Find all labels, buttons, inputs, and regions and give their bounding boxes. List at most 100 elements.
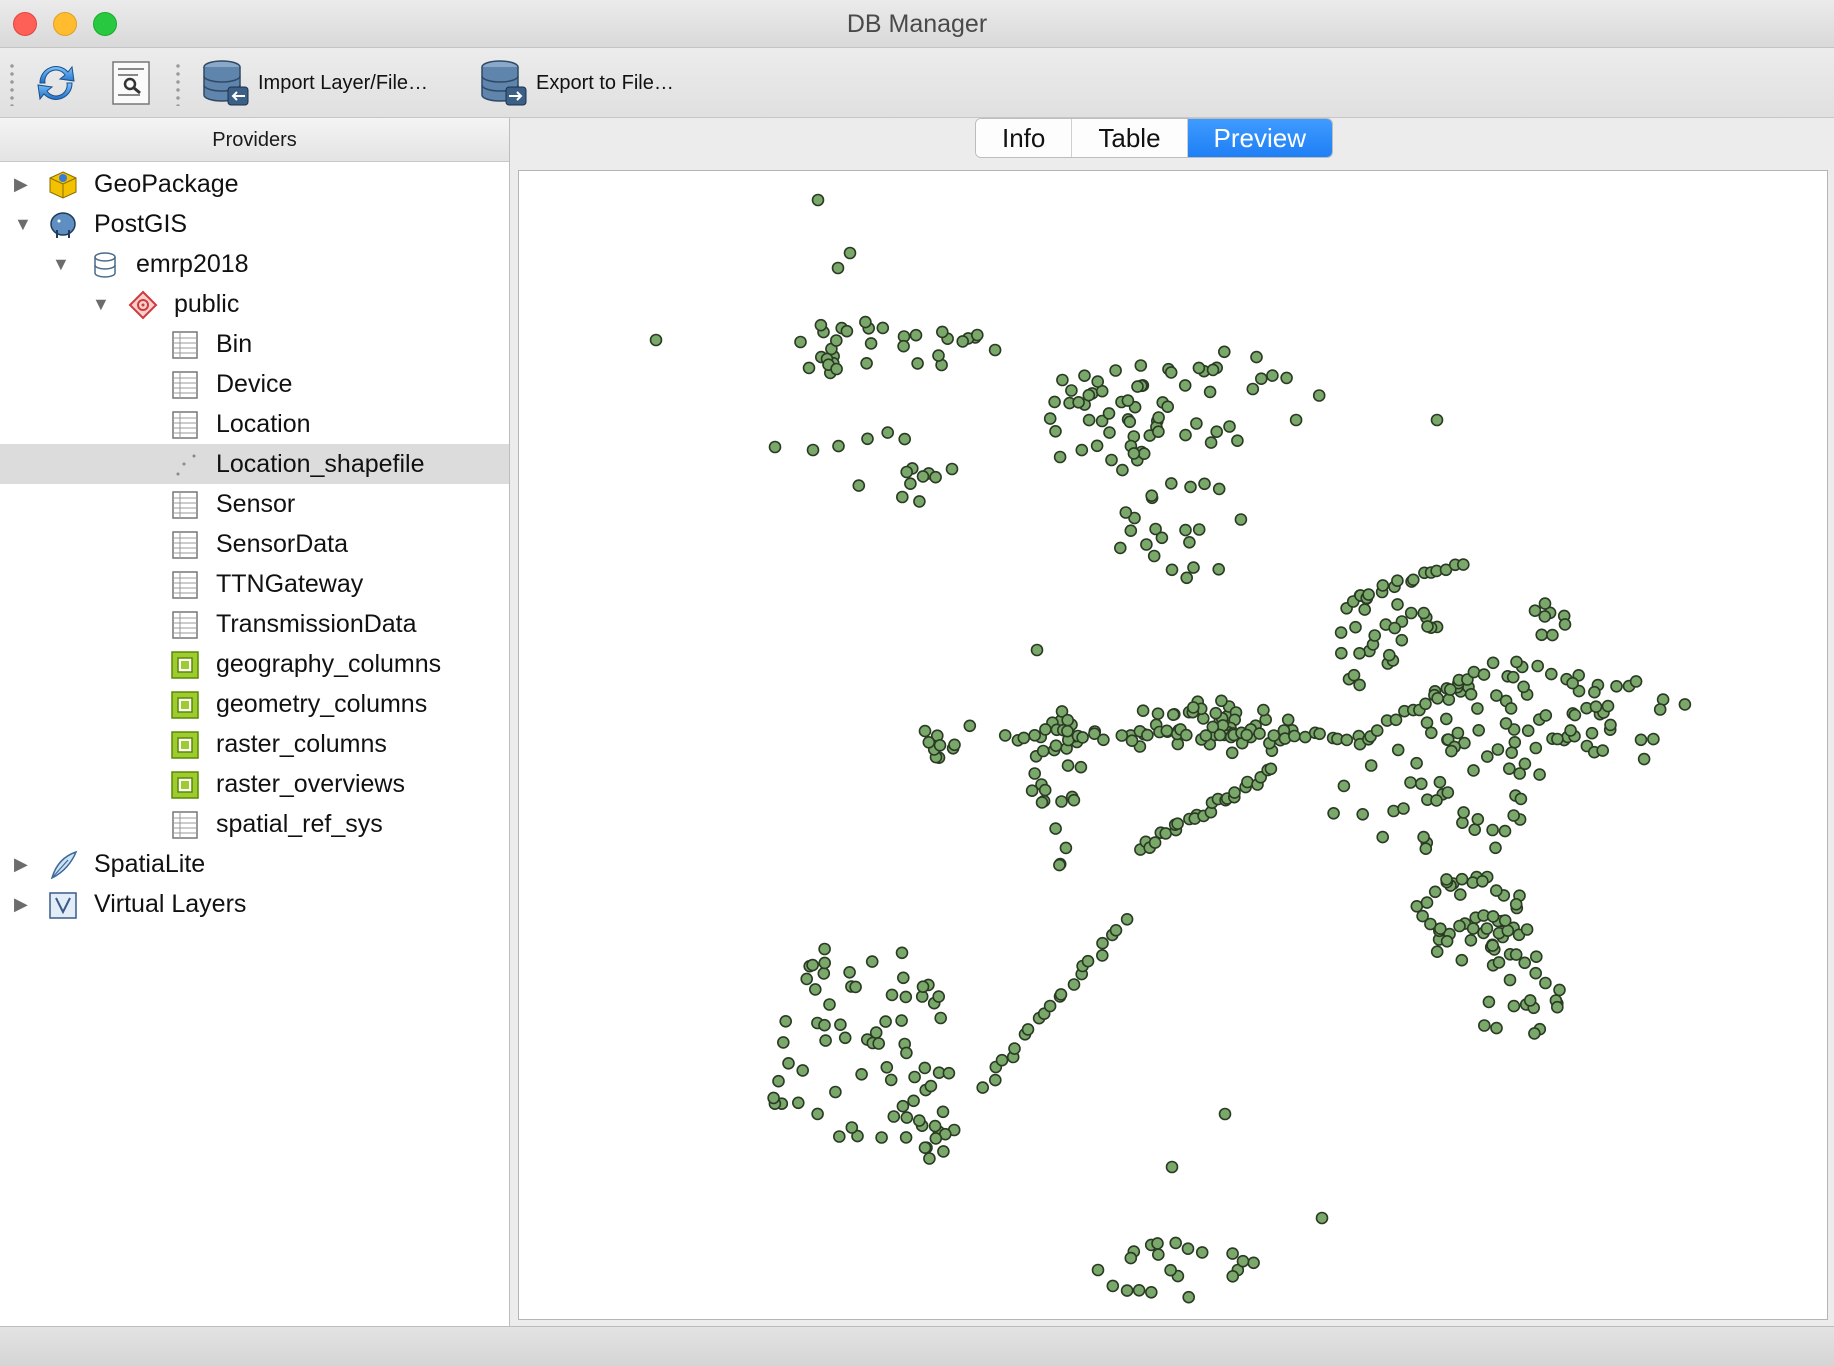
tree-item-ttngateway[interactable]: TTNGateway <box>0 564 509 604</box>
location-point <box>897 339 910 353</box>
location-point <box>1406 573 1420 587</box>
location-point <box>1151 707 1165 721</box>
window-title: DB Manager <box>846 10 988 38</box>
location-point <box>1362 588 1375 601</box>
location-point <box>1506 670 1520 684</box>
location-point <box>1053 858 1066 872</box>
location-point <box>899 990 913 1004</box>
collapsed-arrow-icon[interactable]: ▶ <box>14 164 28 204</box>
location-point <box>818 956 832 970</box>
toolbar-grip[interactable] <box>10 62 14 106</box>
tree-item-transmissiondata[interactable]: TransmissionData <box>0 604 509 644</box>
location-point <box>1416 909 1429 923</box>
tab-table[interactable]: Table <box>1072 119 1188 157</box>
location-point <box>1190 417 1203 430</box>
collapsed-arrow-icon[interactable]: ▶ <box>14 844 28 884</box>
collapsed-arrow-icon[interactable]: ▶ <box>14 884 28 924</box>
export-database-icon <box>481 60 527 106</box>
location-point <box>1589 700 1603 714</box>
location-point <box>912 1114 926 1127</box>
location-point <box>1254 372 1268 385</box>
schema-icon <box>128 290 158 320</box>
location-point <box>849 980 862 994</box>
tree-item-virtual-layers[interactable]: ▶ Virtual Layers <box>0 884 509 924</box>
location-point <box>1440 873 1453 886</box>
tree-item-emrp2018[interactable]: ▼ emrp2018 <box>0 244 509 284</box>
location-point <box>1053 450 1067 464</box>
location-point <box>918 724 932 738</box>
location-point <box>1498 824 1512 838</box>
location-point <box>898 432 912 446</box>
tree-item-sensor[interactable]: Sensor <box>0 484 509 524</box>
tree-item-public[interactable]: ▼ public <box>0 284 509 324</box>
tree-item-sensordata[interactable]: SensorData <box>0 524 509 564</box>
tree-item-label: GeoPackage <box>94 170 239 198</box>
tree-item-spatialite[interactable]: ▶ SpatiaLite <box>0 844 509 884</box>
expanded-arrow-icon[interactable]: ▼ <box>52 244 70 284</box>
refresh-button[interactable] <box>30 56 82 110</box>
location-point <box>1486 910 1500 923</box>
export-to-file-button[interactable]: Export to File… <box>478 56 674 110</box>
location-point <box>1048 395 1061 409</box>
location-point <box>1028 767 1042 780</box>
location-point <box>1486 656 1500 670</box>
location-point <box>649 333 663 347</box>
location-point <box>1120 1284 1134 1297</box>
sql-window-button[interactable] <box>110 56 154 110</box>
location-point <box>1523 994 1537 1007</box>
tree-item-raster-overviews[interactable]: raster_overviews <box>0 764 509 804</box>
location-point <box>1231 434 1244 448</box>
location-point <box>1521 724 1535 738</box>
preview-canvas[interactable] <box>518 170 1828 1320</box>
tree-item-location-shapefile[interactable]: Location_shapefile <box>0 444 509 484</box>
location-point <box>881 426 895 439</box>
expanded-arrow-icon[interactable]: ▼ <box>14 204 32 244</box>
location-point <box>900 1046 913 1060</box>
location-point <box>887 1110 901 1123</box>
location-point <box>1457 806 1470 819</box>
location-point <box>1120 912 1134 926</box>
location-point <box>1417 606 1431 620</box>
tree-item-geography-columns[interactable]: geography_columns <box>0 644 509 684</box>
location-point <box>1364 759 1378 772</box>
location-point <box>1212 482 1226 496</box>
refresh-icon <box>37 65 75 101</box>
location-point <box>1192 523 1206 536</box>
location-point <box>865 955 879 968</box>
tab-info[interactable]: Info <box>976 119 1073 157</box>
location-point <box>1267 729 1281 742</box>
location-point <box>1430 794 1443 807</box>
tree-item-postgis[interactable]: ▼ PostGIS <box>0 204 509 244</box>
tree-item-raster-columns[interactable]: raster_columns <box>0 724 509 764</box>
tree-item-device[interactable]: Device <box>0 364 509 404</box>
tree-item-location[interactable]: Location <box>0 404 509 444</box>
location-point <box>772 1074 785 1088</box>
location-point <box>1183 535 1196 549</box>
tree-item-bin[interactable]: Bin <box>0 324 509 364</box>
location-point <box>1433 775 1447 789</box>
location-point <box>1451 726 1465 740</box>
expanded-arrow-icon[interactable]: ▼ <box>92 284 110 324</box>
location-point <box>1420 896 1434 909</box>
location-point <box>1653 703 1667 716</box>
location-point <box>1678 698 1692 711</box>
tab-preview[interactable]: Preview <box>1187 119 1333 157</box>
location-point <box>1165 1160 1179 1174</box>
location-point <box>1049 424 1062 438</box>
location-point <box>1538 597 1552 610</box>
tree-item-label: Bin <box>216 330 253 358</box>
location-point <box>1441 786 1455 799</box>
location-point <box>1236 1254 1250 1268</box>
location-point <box>976 1081 990 1094</box>
location-point <box>1419 697 1432 711</box>
import-layer-button[interactable]: Import Layer/File… <box>200 56 428 110</box>
tree-item-geopackage[interactable]: ▶ GeoPackage <box>0 164 509 204</box>
location-point <box>1508 735 1522 749</box>
location-point <box>814 318 828 332</box>
tree-item-label: Sensor <box>216 490 296 518</box>
tree-item-geometry-columns[interactable]: geometry_columns <box>0 684 509 724</box>
location-point <box>1210 425 1224 439</box>
tree-item-spatial-ref-sys[interactable]: spatial_ref_sys <box>0 804 509 844</box>
location-point <box>1266 369 1279 382</box>
database-icon <box>90 250 120 280</box>
